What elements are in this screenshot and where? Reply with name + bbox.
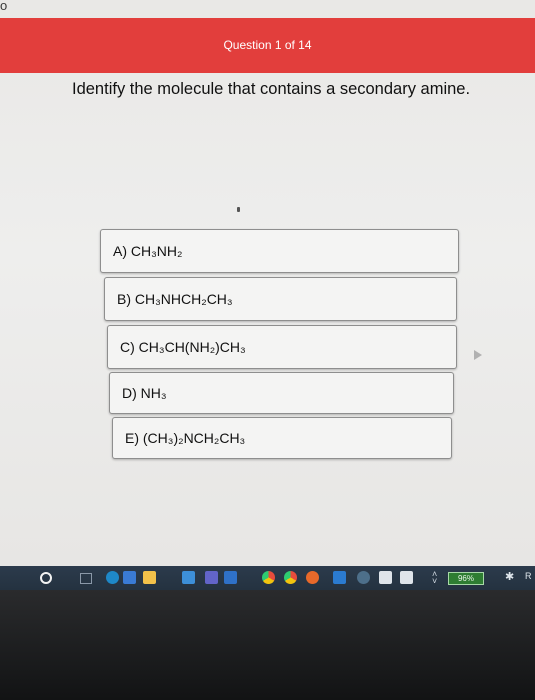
play-icon	[474, 350, 482, 360]
laptop-bezel	[0, 590, 535, 700]
file-explorer-icon[interactable]	[143, 571, 156, 584]
wifi-icon[interactable]: ✱	[505, 570, 514, 583]
store-icon[interactable]	[123, 571, 136, 584]
answer-option-a[interactable]: A) CH₃NH₂	[100, 229, 459, 273]
teams-icon[interactable]	[205, 571, 218, 584]
edge-icon[interactable]	[106, 571, 119, 584]
settings-icon[interactable]	[357, 571, 370, 584]
corner-text: o	[0, 0, 8, 13]
answer-option-b[interactable]: B) CH₃NHCH₂CH₃	[104, 277, 457, 321]
screen: o Question 1 of 14 Identify the molecule…	[0, 0, 535, 566]
windows-start-icon[interactable]	[40, 572, 52, 584]
answer-option-d[interactable]: D) NH₃	[109, 372, 454, 414]
answer-option-label: D) NH₃	[122, 385, 167, 401]
answer-option-label: B) CH₃NHCH₂CH₃	[117, 291, 233, 307]
answer-option-c[interactable]: C) CH₃CH(NH₂)CH₃	[107, 325, 457, 369]
question-counter: Question 1 of 14	[223, 38, 312, 52]
pen-icon[interactable]	[379, 571, 392, 584]
chevron-icon[interactable]: ˄ ˅	[432, 570, 437, 586]
chrome-profile-icon[interactable]	[284, 571, 297, 584]
battery-indicator[interactable]: 96%	[448, 572, 484, 585]
question-text: Identify the molecule that contains a se…	[72, 80, 471, 98]
answer-option-label: A) CH₃NH₂	[113, 243, 183, 259]
answer-option-label: C) CH₃CH(NH₂)CH₃	[120, 339, 246, 355]
firefox-icon[interactable]	[306, 571, 319, 584]
answer-option-label: E) (CH₃)₂NCH₂CH₃	[125, 430, 246, 446]
mail-icon[interactable]	[182, 571, 195, 584]
sticky-icon[interactable]	[400, 571, 413, 584]
photos-icon[interactable]	[333, 571, 346, 584]
answer-option-e[interactable]: E) (CH₃)₂NCH₂CH₃	[112, 417, 452, 459]
outlook-icon[interactable]	[224, 571, 237, 584]
chrome-icon[interactable]	[262, 571, 275, 584]
mouse-cursor-icon	[237, 207, 240, 212]
task-view-icon[interactable]	[80, 573, 92, 584]
taskbar-right-text: R	[525, 571, 532, 581]
header-banner: Question 1 of 14	[0, 18, 535, 73]
